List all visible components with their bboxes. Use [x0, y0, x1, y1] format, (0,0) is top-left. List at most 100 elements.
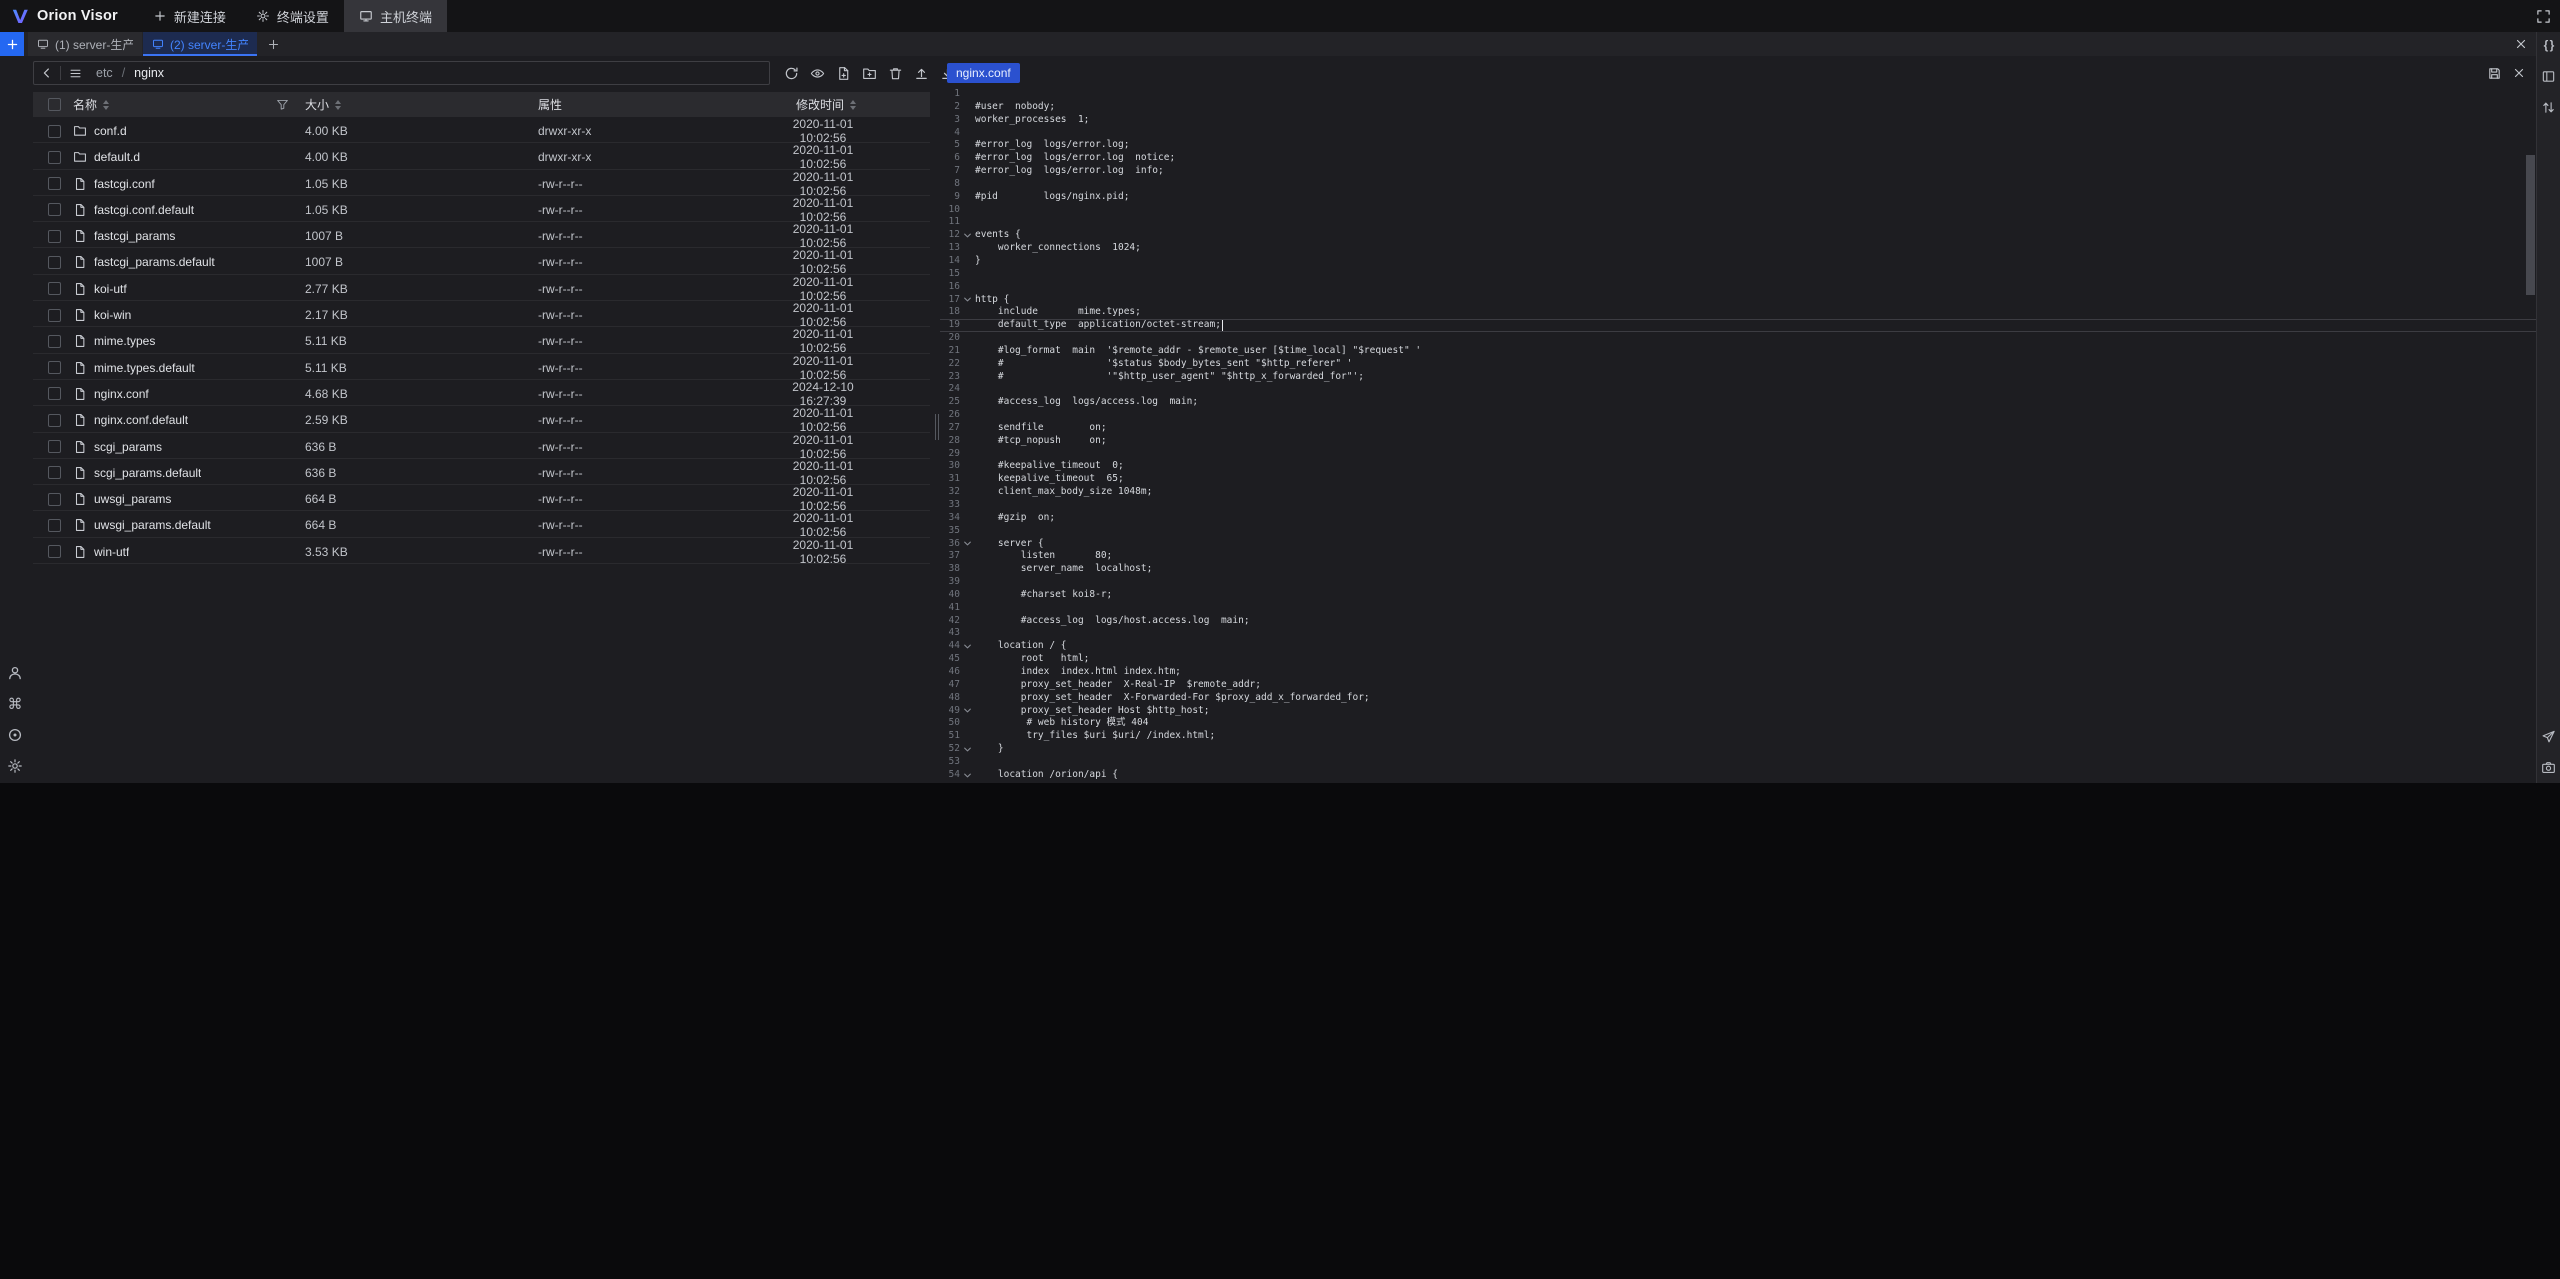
menu-host-terminal[interactable]: 主机终端 [344, 0, 447, 32]
code-line[interactable]: 16 [940, 281, 2536, 294]
row-checkbox[interactable] [48, 414, 61, 427]
code-line[interactable]: 31 keepalive_timeout 65; [940, 473, 2536, 486]
file-name[interactable]: conf.d [94, 124, 127, 138]
menu-terminal-settings[interactable]: 终端设置 [241, 0, 344, 32]
command-shortcut-icon[interactable]: ⌘ [6, 695, 24, 713]
code-line[interactable]: 17http { [940, 294, 2536, 307]
fold-chevron-icon[interactable] [960, 771, 975, 780]
fold-chevron-icon[interactable] [960, 706, 975, 715]
code-line[interactable]: 36 server { [940, 538, 2536, 551]
file-name[interactable]: fastcgi.conf [94, 177, 155, 191]
code-line[interactable]: 11 [940, 216, 2536, 229]
file-name[interactable]: fastcgi_params [94, 229, 175, 243]
code-line[interactable]: 42 #access_log logs/host.access.log main… [940, 615, 2536, 628]
fold-chevron-icon[interactable] [960, 295, 975, 304]
file-name[interactable]: default.d [94, 150, 140, 164]
file-name[interactable]: fastcgi.conf.default [94, 203, 194, 217]
code-line[interactable]: 39 [940, 576, 2536, 589]
code-line[interactable]: 44 location / { [940, 640, 2536, 653]
row-checkbox[interactable] [48, 440, 61, 453]
code-line[interactable]: 35 [940, 525, 2536, 538]
code-editor[interactable]: 12#user nobody;3worker_processes 1;45#er… [940, 88, 2536, 783]
table-row[interactable]: koi-win2.17 KB-rw-r--r--2020-11-01 10:02… [33, 301, 930, 327]
code-line[interactable]: 4 [940, 127, 2536, 140]
settings-gear-icon[interactable] [6, 757, 24, 775]
row-checkbox[interactable] [48, 361, 61, 374]
code-line[interactable]: 23 # '"$http_user_agent" "$http_x_forwar… [940, 371, 2536, 384]
select-all-checkbox[interactable] [48, 98, 61, 111]
new-folder-icon[interactable] [861, 65, 878, 82]
code-line[interactable]: 12events { [940, 229, 2536, 242]
table-row[interactable]: nginx.conf4.68 KB-rw-r--r--2024-12-10 16… [33, 380, 930, 406]
file-name[interactable]: mime.types.default [94, 361, 195, 375]
code-line[interactable]: 37 listen 80; [940, 550, 2536, 563]
code-line[interactable]: 30 #keepalive_timeout 0; [940, 460, 2536, 473]
row-checkbox[interactable] [48, 151, 61, 164]
directory-list-icon[interactable] [61, 62, 89, 84]
code-line[interactable]: 22 # '$status $body_bytes_sent "$http_re… [940, 358, 2536, 371]
code-line[interactable]: 53 [940, 756, 2536, 769]
code-line[interactable]: 2#user nobody; [940, 101, 2536, 114]
code-line[interactable]: 51 try_files $uri $uri/ /index.html; [940, 730, 2536, 743]
breadcrumb-segment[interactable]: etc [96, 66, 113, 80]
file-name[interactable]: scgi_params [94, 440, 162, 454]
new-file-icon[interactable] [835, 65, 852, 82]
table-row[interactable]: nginx.conf.default2.59 KB-rw-r--r--2020-… [33, 406, 930, 432]
code-line[interactable]: 3worker_processes 1; [940, 114, 2536, 127]
code-line[interactable]: 18 include mime.types; [940, 306, 2536, 319]
code-line[interactable]: 54 location /orion/api { [940, 769, 2536, 782]
table-row[interactable]: mime.types.default5.11 KB-rw-r--r--2020-… [33, 354, 930, 380]
row-checkbox[interactable] [48, 387, 61, 400]
code-line[interactable]: 52 } [940, 743, 2536, 756]
table-row[interactable]: scgi_params636 B-rw-r--r--2020-11-01 10:… [33, 433, 930, 459]
close-editor-icon[interactable] [2512, 66, 2526, 80]
filter-funnel-icon[interactable] [276, 98, 289, 111]
code-line[interactable]: 38 server_name localhost; [940, 563, 2536, 576]
close-panel-icon[interactable] [2514, 37, 2528, 51]
row-checkbox[interactable] [48, 177, 61, 190]
file-name[interactable]: uwsgi_params.default [94, 518, 211, 532]
save-icon[interactable] [2487, 66, 2502, 81]
column-header-name[interactable]: 名称 [67, 96, 299, 113]
column-header-mtime[interactable]: 修改时间 [772, 96, 930, 113]
code-line[interactable]: 34 #gzip on; [940, 512, 2536, 525]
code-line[interactable]: 28 #tcp_nopush on; [940, 435, 2536, 448]
code-line[interactable]: 32 client_max_body_size 1048m; [940, 486, 2536, 499]
code-line[interactable]: 13 worker_connections 1024; [940, 242, 2536, 255]
code-line[interactable]: 47 proxy_set_header X-Real-IP $remote_ad… [940, 679, 2536, 692]
code-line[interactable]: 21 #log_format main '$remote_addr - $rem… [940, 345, 2536, 358]
column-header-size[interactable]: 大小 [299, 96, 532, 113]
table-row[interactable]: fastcgi.conf1.05 KB-rw-r--r--2020-11-01 … [33, 170, 930, 196]
code-line[interactable]: 14} [940, 255, 2536, 268]
code-line[interactable]: 9#pid logs/nginx.pid; [940, 191, 2536, 204]
table-row[interactable]: default.d4.00 KBdrwxr-xr-x2020-11-01 10:… [33, 143, 930, 169]
sidebar-panel-icon[interactable] [2540, 67, 2558, 85]
row-checkbox[interactable] [48, 256, 61, 269]
file-name[interactable]: koi-utf [94, 282, 127, 296]
row-checkbox[interactable] [48, 203, 61, 216]
menu-new-connection[interactable]: 新建连接 [138, 0, 241, 32]
code-line[interactable]: 40 #charset koi8-r; [940, 589, 2536, 602]
panel-resize-handle[interactable] [933, 56, 940, 783]
code-line[interactable]: 15 [940, 268, 2536, 281]
terminal-tab-1[interactable]: (1) server-生产-1 [28, 32, 142, 56]
code-line[interactable]: 41 [940, 602, 2536, 615]
braces-variables-icon[interactable]: { } [2540, 36, 2558, 54]
row-checkbox[interactable] [48, 230, 61, 243]
code-line[interactable]: 20 [940, 332, 2536, 345]
back-chevron-icon[interactable] [34, 62, 60, 84]
row-checkbox[interactable] [48, 493, 61, 506]
file-name[interactable]: mime.types [94, 334, 155, 348]
row-checkbox[interactable] [48, 335, 61, 348]
code-line[interactable]: 24 [940, 383, 2536, 396]
table-row[interactable]: fastcgi_params.default1007 B-rw-r--r--20… [33, 248, 930, 274]
code-line[interactable]: 10 [940, 204, 2536, 217]
row-checkbox[interactable] [48, 309, 61, 322]
add-tab-icon[interactable] [258, 32, 288, 56]
file-name[interactable]: win-utf [94, 545, 129, 559]
table-row[interactable]: win-utf3.53 KB-rw-r--r--2020-11-01 10:02… [33, 538, 930, 564]
sort-icon[interactable] [850, 100, 856, 110]
table-row[interactable]: fastcgi_params1007 B-rw-r--r--2020-11-01… [33, 222, 930, 248]
row-checkbox[interactable] [48, 125, 61, 138]
code-line[interactable]: 1 [940, 88, 2536, 101]
